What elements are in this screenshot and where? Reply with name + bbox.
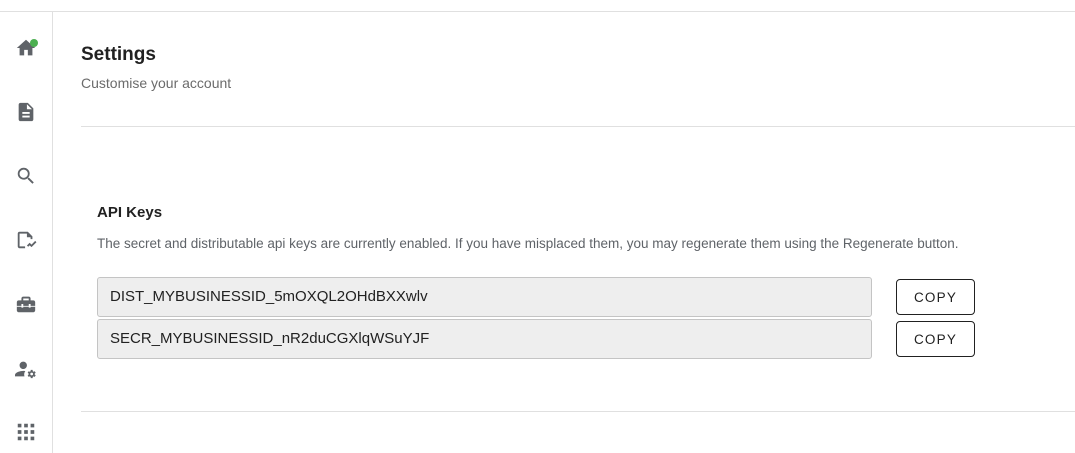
status-dot (30, 39, 38, 47)
api-keys-title: API Keys (97, 204, 163, 221)
sidebar-item-reports[interactable] (0, 220, 52, 260)
sidebar-item-user-settings[interactable] (0, 349, 52, 389)
divider-top (81, 126, 1075, 127)
user-settings-icon (15, 361, 36, 379)
distributable-key-field[interactable]: DIST_MYBUSINESSID_5mOXQL2OHdBXXwlv (97, 277, 872, 317)
search-icon (17, 167, 34, 184)
sidebar-item-search[interactable] (0, 156, 52, 196)
sidebar-item-documents[interactable] (0, 92, 52, 132)
page-subtitle: Customise your account (81, 75, 232, 91)
top-bar (0, 0, 1075, 12)
sidebar-item-apps[interactable] (0, 412, 52, 452)
copy-secret-key-button[interactable]: COPY (896, 321, 975, 357)
sidebar-item-home[interactable] (0, 28, 52, 68)
divider-bottom (81, 411, 1075, 412)
sidebar (0, 12, 53, 453)
toolbox-icon (16, 296, 36, 313)
analytics-document-icon (17, 231, 37, 249)
sidebar-item-tools[interactable] (0, 284, 52, 324)
document-icon (18, 102, 34, 122)
apps-grid-icon (17, 423, 35, 441)
page-title: Settings (81, 44, 156, 65)
api-keys-description: The secret and distributable api keys ar… (97, 236, 959, 251)
copy-distributable-key-button[interactable]: COPY (896, 279, 975, 315)
secret-key-field[interactable]: SECR_MYBUSINESSID_nR2duCGXlqWSuYJF (97, 319, 872, 359)
settings-page: Settings Customise your account API Keys… (81, 12, 1075, 453)
